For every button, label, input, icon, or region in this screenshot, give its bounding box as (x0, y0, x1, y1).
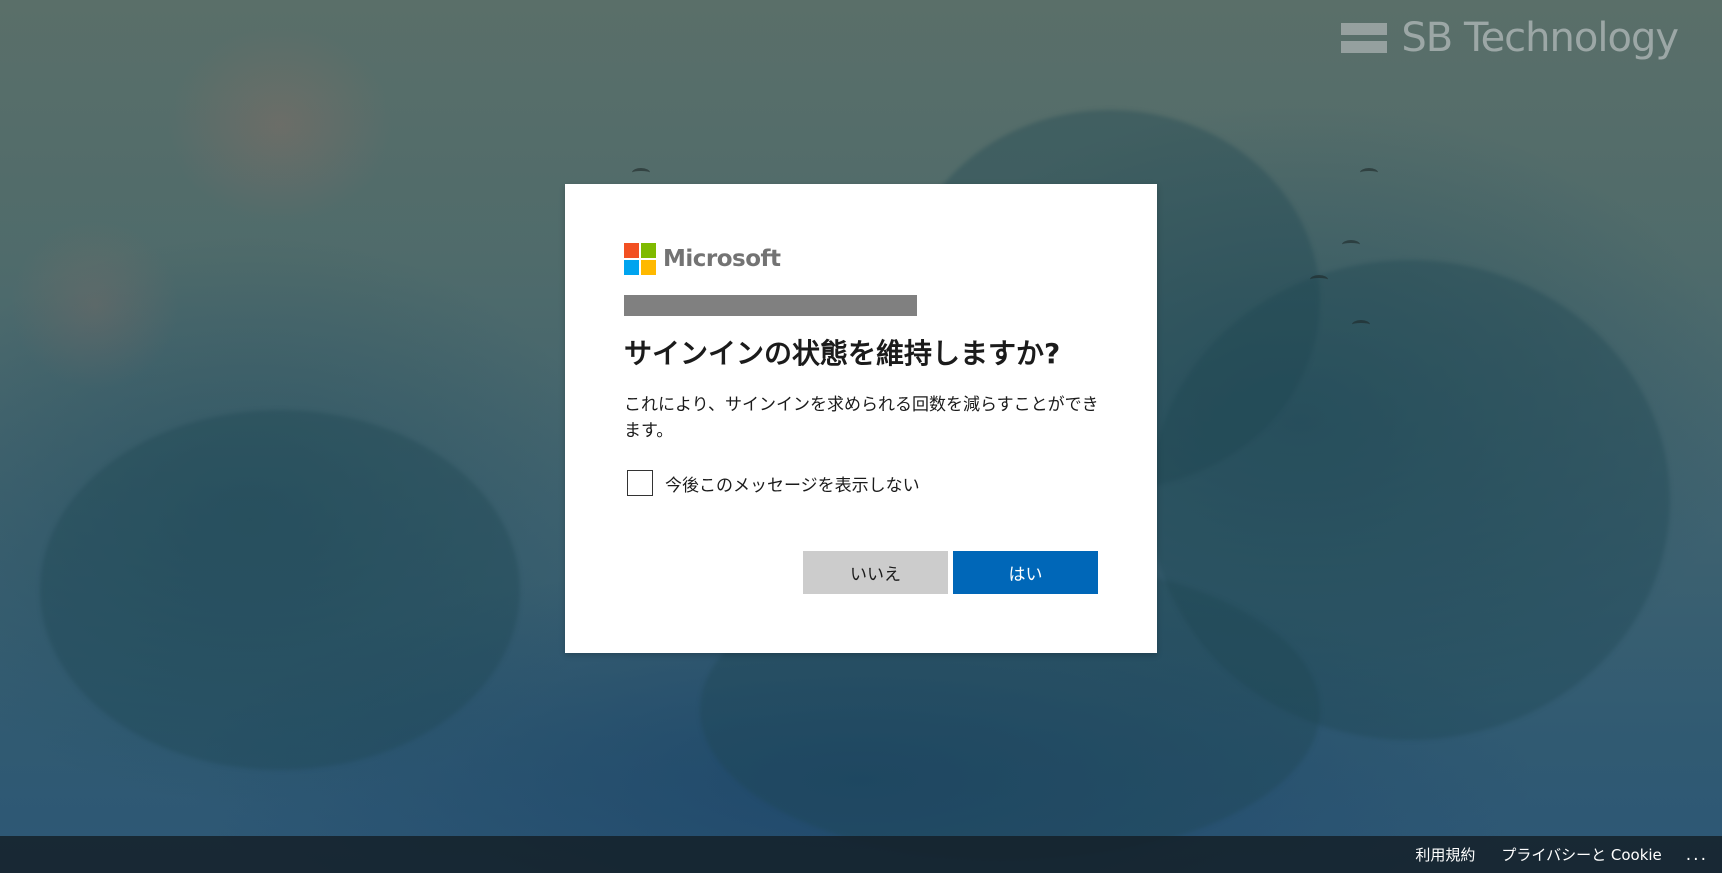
bird-shape (1310, 275, 1328, 284)
microsoft-square-yellow (641, 260, 656, 275)
dialog-title: サインインの状態を維持しますか? (624, 337, 1061, 370)
microsoft-squares-icon (624, 243, 656, 275)
tree-silhouette (40, 410, 520, 770)
dont-show-again-checkbox[interactable] (627, 470, 653, 496)
dialog-button-row: いいえ はい (803, 551, 1098, 594)
terms-of-use-link[interactable]: 利用規約 (1415, 844, 1475, 865)
stay-signed-in-dialog: Microsoft サインインの状態を維持しますか? これにより、サインインを求… (565, 184, 1157, 653)
dont-show-again-label[interactable]: 今後このメッセージを表示しない (665, 471, 920, 496)
privacy-cookies-link[interactable]: プライバシーと Cookie (1501, 844, 1661, 865)
sb-technology-logo: SB Technology (1341, 10, 1679, 66)
footer-bar: 利用規約 プライバシーと Cookie ... (0, 836, 1722, 873)
microsoft-square-red (624, 243, 639, 258)
microsoft-logo-text: Microsoft (663, 246, 781, 272)
more-options-icon[interactable]: ... (1686, 845, 1708, 865)
microsoft-square-green (641, 243, 656, 258)
bird-shape (1342, 240, 1360, 249)
sb-technology-mark-icon (1341, 20, 1388, 56)
dont-show-again-row: 今後このメッセージを表示しない (627, 468, 1098, 498)
sb-technology-logo-text: SB Technology (1401, 15, 1679, 61)
yes-button[interactable]: はい (953, 551, 1098, 594)
bird-shape (1360, 168, 1378, 177)
microsoft-square-blue (624, 260, 639, 275)
dialog-description: これにより、サインインを求められる回数を減らすことができます。 (624, 395, 1099, 441)
no-button[interactable]: いいえ (803, 551, 948, 594)
microsoft-logo: Microsoft (624, 243, 1098, 275)
bird-shape (1352, 320, 1370, 329)
redacted-account-name (624, 295, 917, 316)
bird-shape (632, 168, 650, 177)
